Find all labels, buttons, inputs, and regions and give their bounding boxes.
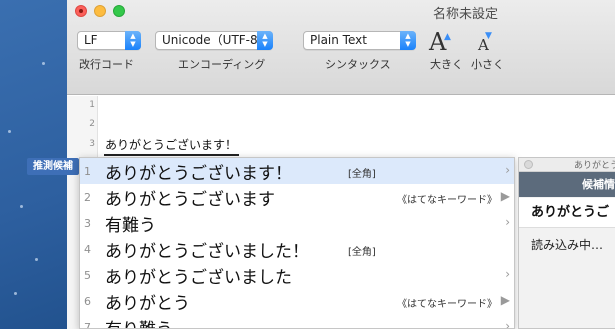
candidate-word: ありがとうございました！	[105, 242, 309, 262]
chevron-updown-icon: ▲ ▼	[125, 31, 141, 50]
candidate-row[interactable]: 1 ありがとうございます！ [全角] ›	[80, 158, 514, 184]
candidate-word: 有り難う	[105, 315, 173, 328]
expand-arrow-icon[interactable]: ▶	[501, 189, 510, 203]
candidate-number: 6	[84, 295, 91, 308]
candidate-row[interactable]: 5 ありがとうございました ›	[80, 262, 514, 288]
chevron-right-icon: ›	[505, 163, 510, 177]
info-panel-title: ありがとう	[574, 161, 615, 171]
chevron-updown-icon: ▲ ▼	[400, 31, 416, 50]
info-panel-word: ありがとうご	[519, 198, 615, 228]
candidate-word: ありがとうございました	[105, 268, 292, 288]
minimize-window-button[interactable]	[94, 5, 106, 17]
info-panel-titlebar: ありがとう	[519, 158, 615, 172]
candidate-note: 《はてなキーワード》	[397, 195, 497, 206]
syntax-label: シンタックス	[325, 58, 391, 71]
encoding-label: エンコーディング	[178, 58, 266, 71]
line-ending-label: 改行コード	[79, 58, 134, 71]
candidate-row[interactable]: 3 有難う ›	[80, 210, 514, 236]
expand-arrow-icon[interactable]: ▶	[501, 293, 510, 307]
line-number: 2	[89, 119, 95, 129]
font-smaller-icon[interactable]: A ▼	[478, 31, 492, 54]
chevron-right-icon: ›	[505, 267, 510, 281]
candidate-word: ありがとう	[105, 294, 190, 314]
desktop-star	[8, 130, 11, 133]
candidate-note: [全角]	[348, 247, 376, 258]
encoding-select[interactable]: Unicode（UTF-8） ▲ ▼	[155, 31, 273, 50]
loading-text: 読み込み中…	[531, 238, 604, 252]
ime-candidate-list[interactable]: 1 ありがとうございます！ [全角] › 2 ありがとうございます 《はてなキー…	[79, 157, 515, 329]
candidate-number: 5	[84, 269, 91, 282]
candidate-word: 有難う	[105, 216, 156, 236]
candidate-number: 4	[84, 243, 91, 256]
chevron-right-icon: ›	[505, 319, 510, 329]
encoding-value: Unicode（UTF-8）	[162, 33, 270, 47]
chevron-updown-icon: ▲ ▼	[257, 31, 273, 50]
candidate-row[interactable]: 6 ありがとう 《はてなキーワード》 ▶	[80, 288, 514, 314]
font-larger-icon[interactable]: A ▲	[429, 28, 451, 56]
line-number: 1	[89, 100, 95, 110]
candidate-word: ありがとうございます！	[105, 164, 292, 184]
close-window-button[interactable]	[75, 5, 87, 17]
font-larger-label[interactable]: 大きく	[430, 56, 463, 72]
syntax-select[interactable]: Plain Text ▲ ▼	[303, 31, 416, 50]
info-panel-header: 候補情	[519, 172, 615, 197]
composing-text[interactable]: ありがとうございます！	[103, 136, 240, 156]
candidate-row[interactable]: 2 ありがとうございます 《はてなキーワード》 ▶	[80, 184, 514, 210]
candidate-note: 《はてなキーワード》	[397, 299, 497, 310]
candidate-word: ありがとうございます	[105, 190, 275, 210]
desktop-star	[42, 62, 45, 65]
candidate-row[interactable]: 7 有り難う ›	[80, 314, 514, 329]
ime-mode-label: 推測候補	[27, 158, 79, 175]
line-number: 3	[89, 139, 95, 149]
window-title: 名称未設定	[433, 7, 499, 22]
line-ending-select[interactable]: LF ▲ ▼	[77, 31, 141, 50]
candidate-number: 1	[84, 165, 91, 178]
desktop-star	[14, 292, 17, 295]
candidate-info-panel: ありがとう 候補情 ありがとうご 読み込み中…	[518, 157, 615, 329]
font-smaller-label[interactable]: 小さく	[471, 56, 504, 72]
candidate-number: 2	[84, 191, 91, 204]
chevron-right-icon: ›	[505, 215, 510, 229]
desktop-star	[35, 258, 38, 261]
line-ending-value: LF	[84, 33, 98, 47]
desktop-star	[20, 205, 23, 208]
candidate-note: [全角]	[348, 169, 376, 180]
candidate-row[interactable]: 4 ありがとうございました！ [全角]	[80, 236, 514, 262]
candidate-number: 3	[84, 217, 91, 230]
zoom-window-button[interactable]	[113, 5, 125, 17]
toolbar: 名称未設定 LF ▲ ▼ Unicode（UTF-8） ▲ ▼ Plain Text…	[67, 0, 615, 95]
close-icon[interactable]	[524, 160, 533, 169]
syntax-value: Plain Text	[310, 33, 367, 47]
candidate-number: 7	[84, 321, 91, 329]
